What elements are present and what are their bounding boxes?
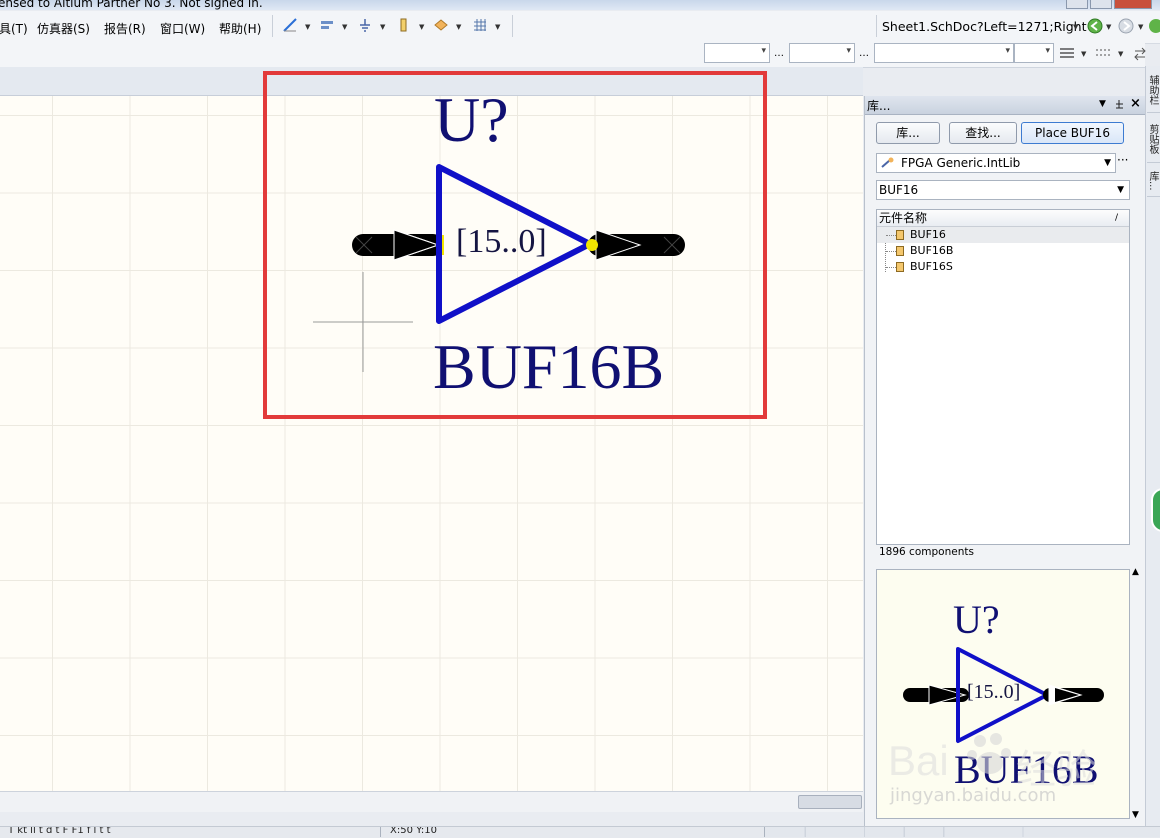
floating-action-button[interactable] <box>1151 488 1160 532</box>
list-item[interactable]: BUF16S <box>877 259 1129 275</box>
preview-scrollbar[interactable]: ▲ ▼ <box>1131 567 1143 821</box>
window-controls <box>1066 0 1152 9</box>
close-icon[interactable]: × <box>1130 96 1141 111</box>
libraries-button[interactable]: 库... <box>876 122 940 144</box>
component-icon <box>896 262 904 272</box>
component-name: BUF16S <box>910 260 953 273</box>
minimize-button[interactable] <box>1066 0 1088 9</box>
highlight-box <box>263 71 767 419</box>
chevron-down-icon[interactable]: ▼ <box>1073 23 1078 31</box>
panel-header: 库... ▼ × <box>865 96 1145 115</box>
chevron-down-icon[interactable]: ▼ <box>1081 50 1086 58</box>
column-header-label: 元件名称 <box>879 211 928 225</box>
filter-input[interactable]: BUF16 ▼ <box>876 180 1130 200</box>
component-name: BUF16B <box>910 244 954 257</box>
place-component-button[interactable]: Place BUF16 <box>1021 122 1124 144</box>
address-field[interactable]: Sheet1.SchDoc?Left=1271;Right <box>882 19 1087 39</box>
chevron-down-icon[interactable]: ▼ <box>1132 810 1139 820</box>
chevron-down-icon[interactable]: ▼ <box>1099 99 1106 109</box>
chevron-down-icon: ▼ <box>1117 185 1124 195</box>
back-arrow-icon[interactable] <box>1087 18 1103 34</box>
chevron-down-icon[interactable]: ▼ <box>1118 50 1123 58</box>
component-list[interactable]: 元件名称 / BUF16 BUF16B BUF16S <box>876 209 1130 545</box>
library-icon <box>881 157 894 168</box>
chevron-down-icon[interactable]: ▼ <box>1138 23 1143 31</box>
tab-helper[interactable]: 辅助栏 <box>1147 68 1160 113</box>
library-name: FPGA Generic.IntLib <box>901 156 1021 170</box>
side-dock: 辅助栏 剪贴板 库... <box>1145 66 1160 826</box>
paw-icon <box>967 733 1011 774</box>
tab-clipboard[interactable]: 剪贴板 <box>1147 116 1160 163</box>
pin-icon[interactable] <box>1114 99 1125 110</box>
sort-indicator: / <box>1115 213 1119 223</box>
library-select[interactable]: FPGA Generic.IntLib ▼ <box>876 153 1116 173</box>
more-options-button[interactable]: ··· <box>1117 153 1128 167</box>
preview-bus-label: [15..0] <box>967 681 1021 703</box>
watermark-brand: Bai <box>888 737 949 784</box>
chevron-down-icon[interactable]: ▼ <box>1106 23 1111 31</box>
library-panel: 库... ▼ × 库... 查找... Place BUF16 FPGA Gen… <box>864 96 1145 826</box>
home-icon[interactable] <box>1148 18 1160 34</box>
forward-arrow-icon[interactable] <box>1118 18 1134 34</box>
status-message: T kt ll t d t F F1 f l t t <box>8 826 111 836</box>
component-count: 1896 components <box>879 546 974 558</box>
cursor-coordinates: X:50 Y:10 <box>390 826 437 836</box>
component-name: BUF16 <box>910 228 946 241</box>
list-item[interactable]: BUF16 <box>877 227 1129 243</box>
watermark-url: jingyan.baidu.com <box>890 785 1057 806</box>
chevron-up-icon[interactable]: ▲ <box>1132 567 1139 577</box>
component-icon <box>896 230 904 240</box>
width-combo[interactable] <box>1014 43 1054 63</box>
scrollbar-thumb[interactable] <box>798 795 862 809</box>
status-bar: T kt ll t d t F F1 f l t t X:50 Y:10 <box>0 826 1160 838</box>
horizontal-scrollbar[interactable] <box>0 791 863 812</box>
panel-tabs[interactable] <box>764 827 1160 837</box>
close-button[interactable] <box>1114 0 1152 9</box>
swap-icon[interactable] <box>1134 46 1146 62</box>
line-style-icon[interactable] <box>1060 47 1074 59</box>
column-header[interactable]: 元件名称 / <box>877 210 1129 227</box>
list-item[interactable]: BUF16B <box>877 243 1129 259</box>
chevron-down-icon: ▼ <box>1104 158 1111 168</box>
panel-title: 库... <box>867 99 891 113</box>
separator <box>876 15 877 37</box>
dash-style-icon[interactable] <box>1096 47 1110 59</box>
preview-designator: U? <box>953 597 1000 642</box>
search-button[interactable]: 查找... <box>949 122 1017 144</box>
filter-value: BUF16 <box>879 183 919 197</box>
maximize-button[interactable] <box>1090 0 1112 9</box>
tab-library[interactable]: 库... <box>1147 166 1160 197</box>
style-combo[interactable] <box>874 43 1014 63</box>
component-icon <box>896 246 904 256</box>
